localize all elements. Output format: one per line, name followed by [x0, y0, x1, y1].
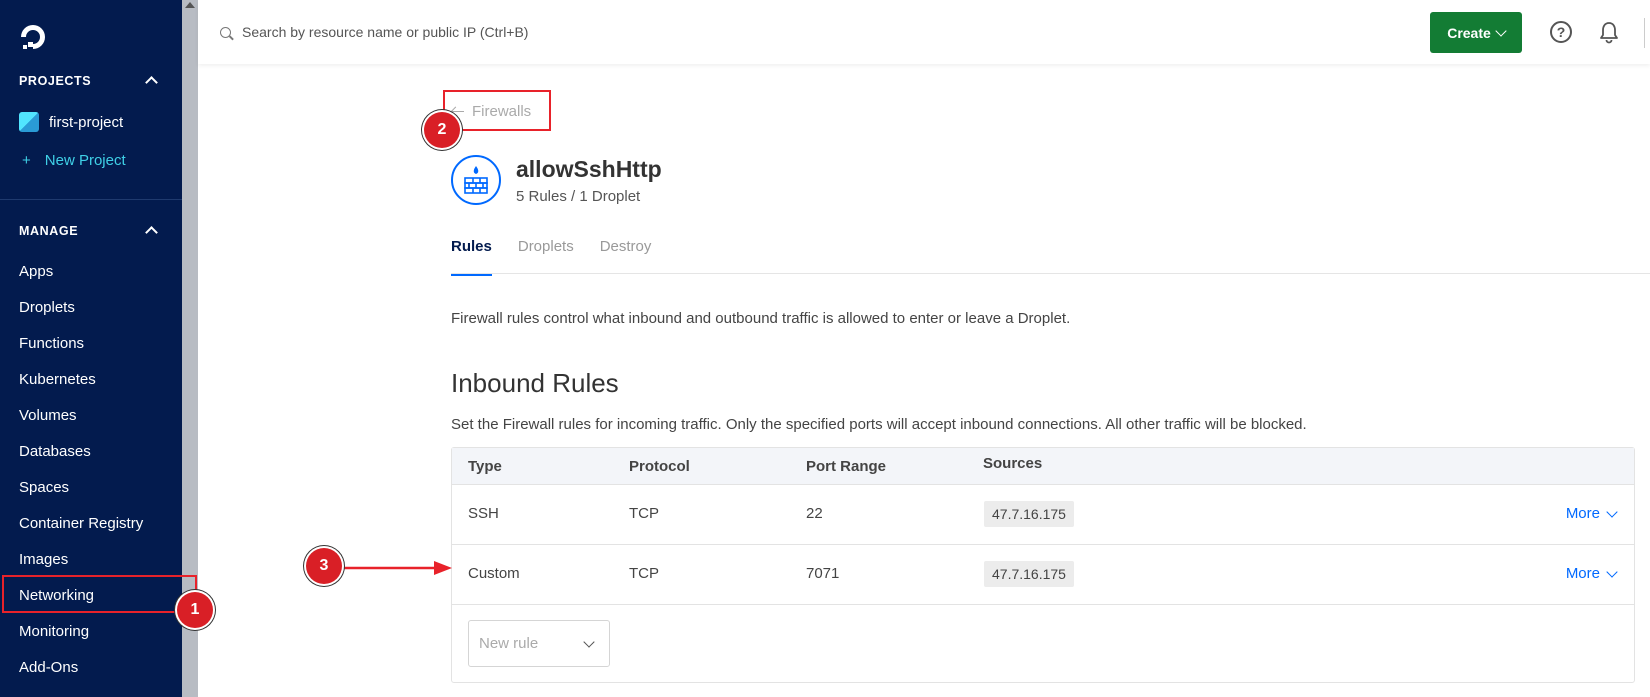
firewall-icon [451, 155, 501, 205]
inbound-rules-table: Type Protocol Port Range Sources SSH TCP… [451, 447, 1635, 683]
manage-collapse-icon[interactable] [145, 226, 158, 239]
page-subtitle: 5 Rules / 1 Droplet [516, 188, 641, 205]
tab-bar: Rules Droplets Destroy [451, 238, 651, 276]
sidebar-item-databases[interactable]: Databases [19, 443, 91, 460]
more-label: More [1565, 565, 1600, 582]
topbar-divider [1644, 18, 1645, 48]
app-root: PROJECTS first-project + New Project MAN… [0, 0, 1650, 697]
sidebar-divider [0, 199, 182, 200]
table-row: SSH TCP 22 47.7.16.175 More [452, 485, 1634, 545]
sidebar-item-spaces[interactable]: Spaces [19, 479, 69, 496]
column-header-type: Type [468, 458, 502, 475]
tabs-divider [451, 273, 1650, 274]
rule-type: SSH [468, 505, 499, 522]
rule-protocol: TCP [629, 505, 659, 522]
new-project-link[interactable]: + New Project [22, 152, 126, 169]
sidebar-item-images[interactable]: Images [19, 551, 68, 568]
search-icon [220, 27, 231, 38]
annotation-badge-1: 1 [177, 592, 213, 628]
inbound-rules-description: Set the Firewall rules for incoming traf… [451, 416, 1307, 433]
annotation-networking-highlight [2, 575, 197, 613]
sidebar-item-add-ons[interactable]: Add-Ons [19, 659, 78, 676]
new-rule-select[interactable]: New rule [468, 620, 610, 667]
annotation-badge-3: 3 [306, 548, 342, 584]
table-row: Custom TCP 7071 47.7.16.175 More [452, 545, 1634, 605]
scroll-up-arrow-icon[interactable] [185, 2, 195, 8]
page-title: allowSshHttp [516, 156, 662, 182]
sidebar-item-apps[interactable]: Apps [19, 263, 53, 280]
digitalocean-logo-icon[interactable] [18, 22, 48, 52]
sidebar-item-monitoring[interactable]: Monitoring [19, 623, 89, 640]
rule-protocol: TCP [629, 565, 659, 582]
projects-heading: PROJECTS [19, 74, 92, 88]
rules-description: Firewall rules control what inbound and … [451, 310, 1071, 327]
rule-source-chip: 47.7.16.175 [984, 561, 1074, 587]
firewall-brick-icon [464, 166, 488, 194]
column-header-port-range: Port Range [806, 458, 887, 475]
new-rule-placeholder: New rule [479, 635, 539, 652]
column-header-protocol: Protocol [629, 458, 690, 475]
sidebar-item-first-project[interactable]: first-project [19, 112, 123, 132]
chevron-down-icon [1606, 565, 1618, 578]
chevron-down-icon [1495, 24, 1507, 37]
chevron-down-icon [583, 636, 595, 648]
sidebar-item-volumes[interactable]: Volumes [19, 407, 77, 424]
tab-destroy[interactable]: Destroy [600, 238, 652, 276]
help-icon[interactable]: ? [1550, 21, 1572, 43]
sidebar-item-functions[interactable]: Functions [19, 335, 84, 352]
sidebar-item-kubernetes[interactable]: Kubernetes [19, 371, 96, 388]
rule-type: Custom [468, 565, 520, 582]
rule-source-chip: 47.7.16.175 [984, 501, 1074, 527]
top-bar: Create ? [198, 0, 1650, 64]
annotation-badge-2: 2 [424, 112, 460, 148]
table-header: Type Protocol Port Range Sources [452, 448, 1634, 485]
project-icon [19, 112, 39, 132]
tab-droplets[interactable]: Droplets [518, 238, 574, 276]
column-header-sources: Sources [983, 455, 1043, 472]
sidebar-item-droplets[interactable]: Droplets [19, 299, 75, 316]
plus-icon: + [22, 152, 31, 169]
create-label: Create [1447, 24, 1491, 41]
rule-more-dropdown[interactable]: More [1565, 565, 1618, 582]
search-input[interactable] [242, 20, 742, 44]
project-label: first-project [49, 113, 124, 131]
annotation-arrow-icon [340, 561, 452, 575]
create-button[interactable]: Create [1430, 12, 1522, 53]
tab-rules[interactable]: Rules [451, 238, 492, 276]
manage-heading: MANAGE [19, 224, 79, 238]
rule-port-range: 22 [806, 505, 823, 522]
rule-port-range: 7071 [806, 565, 840, 582]
more-label: More [1565, 505, 1600, 522]
bell-icon[interactable] [1598, 20, 1620, 44]
inbound-rules-heading: Inbound Rules [451, 368, 619, 398]
rule-more-dropdown[interactable]: More [1565, 505, 1618, 522]
projects-collapse-icon[interactable] [145, 76, 158, 89]
new-project-label: New Project [44, 152, 126, 169]
chevron-down-icon [1606, 505, 1618, 518]
sidebar-item-container-registry[interactable]: Container Registry [19, 515, 143, 532]
